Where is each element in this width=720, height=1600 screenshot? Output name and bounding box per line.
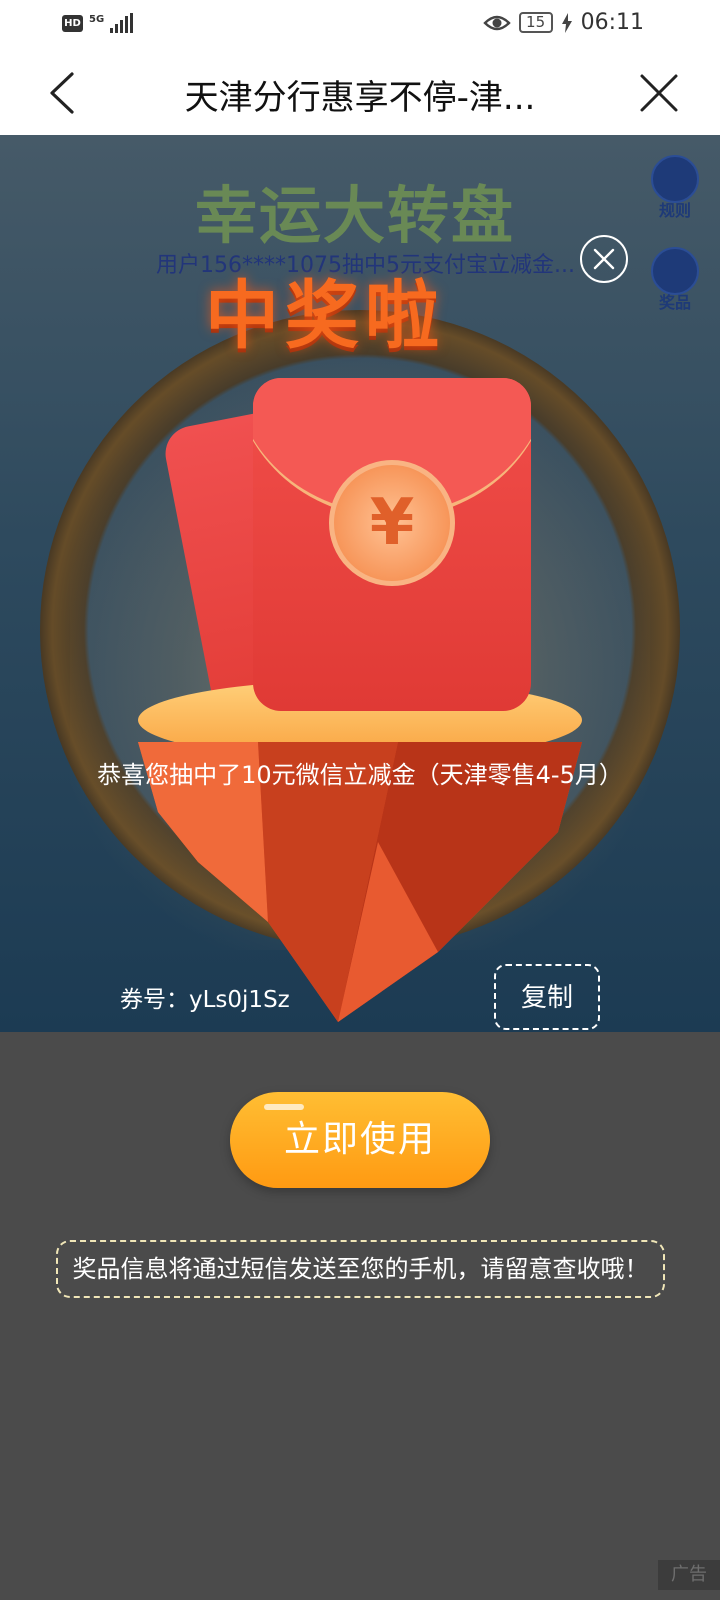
title-bar: 天津分行惠享不停-津... (0, 50, 720, 135)
game-title: 幸运大转盘 (195, 179, 516, 252)
status-left: HD 5G (62, 13, 134, 33)
copy-button[interactable]: 复制 (494, 964, 600, 1030)
charging-icon (561, 12, 572, 33)
coin-symbol: ¥ (369, 486, 415, 560)
signal-icon (110, 13, 134, 33)
prizes-button[interactable]: 奖品 (650, 247, 700, 312)
yuan-coin-icon: ¥ (329, 460, 455, 586)
gift-icon (651, 247, 699, 295)
use-now-label: 立即使用 (283, 1119, 436, 1160)
button-shine (264, 1104, 304, 1110)
close-icon[interactable] (636, 70, 682, 116)
eye-icon (482, 15, 511, 30)
ticket-number: 券号：yLs0j1Sz (120, 987, 290, 1013)
rules-label: 规则 (658, 201, 691, 220)
red-envelope: ¥ (253, 378, 531, 711)
congrats-text: 恭喜您抽中了10元微信立减金（天津零售4-5月） (97, 761, 623, 789)
ad-tag: 广告 (658, 1560, 720, 1590)
rules-button[interactable]: 规则 (650, 155, 700, 220)
modal-close-button[interactable] (580, 235, 628, 283)
status-time: 06:11 (580, 10, 644, 35)
share-icon (651, 155, 699, 203)
sms-notice: 奖品信息将通过短信发送至您的手机，请留意查收哦！ (56, 1240, 665, 1298)
status-right: 15 06:11 (482, 10, 644, 35)
status-bar: HD 5G 15 06:11 (0, 0, 720, 50)
back-icon[interactable] (44, 70, 84, 116)
battery-icon: 15 (518, 12, 553, 33)
page-title: 天津分行惠享不停-津... (184, 78, 536, 118)
win-headline: 中奖啦 (205, 273, 445, 359)
network-label: 5G (89, 13, 105, 25)
use-now-button[interactable]: 立即使用 (230, 1092, 490, 1188)
hd-badge: HD (62, 14, 83, 32)
prizes-label: 奖品 (658, 293, 691, 312)
close-icon (593, 248, 615, 270)
